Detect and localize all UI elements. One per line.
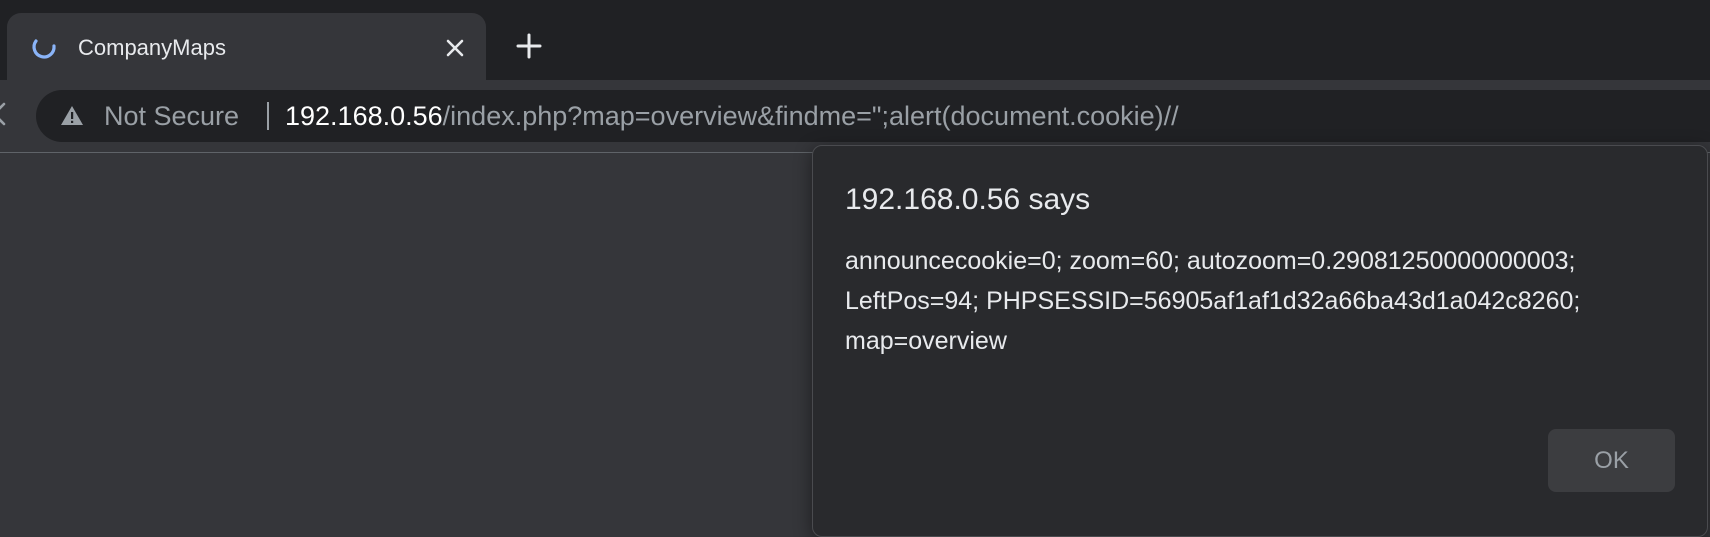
url-host: 192.168.0.56 xyxy=(285,101,443,131)
dialog-message-line: announcecookie=0; zoom=60; autozoom=0.29… xyxy=(845,247,1576,275)
ok-button[interactable]: OK xyxy=(1548,429,1675,492)
divider xyxy=(267,102,269,130)
dialog-title: 192.168.0.56 says xyxy=(845,183,1091,216)
address-bar[interactable]: Not Secure 192.168.0.56/index.php?map=ov… xyxy=(36,90,1710,142)
browser-toolbar: Not Secure 192.168.0.56/index.php?map=ov… xyxy=(0,80,1710,153)
loading-spinner-icon xyxy=(32,39,56,59)
url-text[interactable]: 192.168.0.56/index.php?map=overview&find… xyxy=(285,100,1179,132)
back-arrow-icon[interactable] xyxy=(0,102,8,126)
browser-tab[interactable]: CompanyMaps xyxy=(7,13,486,80)
url-path: /index.php?map=overview&findme=";alert(d… xyxy=(442,101,1179,131)
dialog-message-line: map=overview xyxy=(845,327,1007,355)
alert-dialog: 192.168.0.56 says announcecookie=0; zoom… xyxy=(812,145,1708,537)
tab-title: CompanyMaps xyxy=(78,35,226,60)
tab-strip: CompanyMaps xyxy=(0,0,1710,80)
dialog-message: announcecookie=0; zoom=60; autozoom=0.29… xyxy=(845,241,1665,361)
dialog-message-line: LeftPos=94; PHPSESSID=56905af1af1d32a66b… xyxy=(845,287,1581,315)
security-label[interactable]: Not Secure xyxy=(104,100,239,132)
plus-icon[interactable] xyxy=(514,31,544,61)
close-icon[interactable] xyxy=(443,36,467,60)
warning-triangle-icon[interactable] xyxy=(60,104,84,128)
